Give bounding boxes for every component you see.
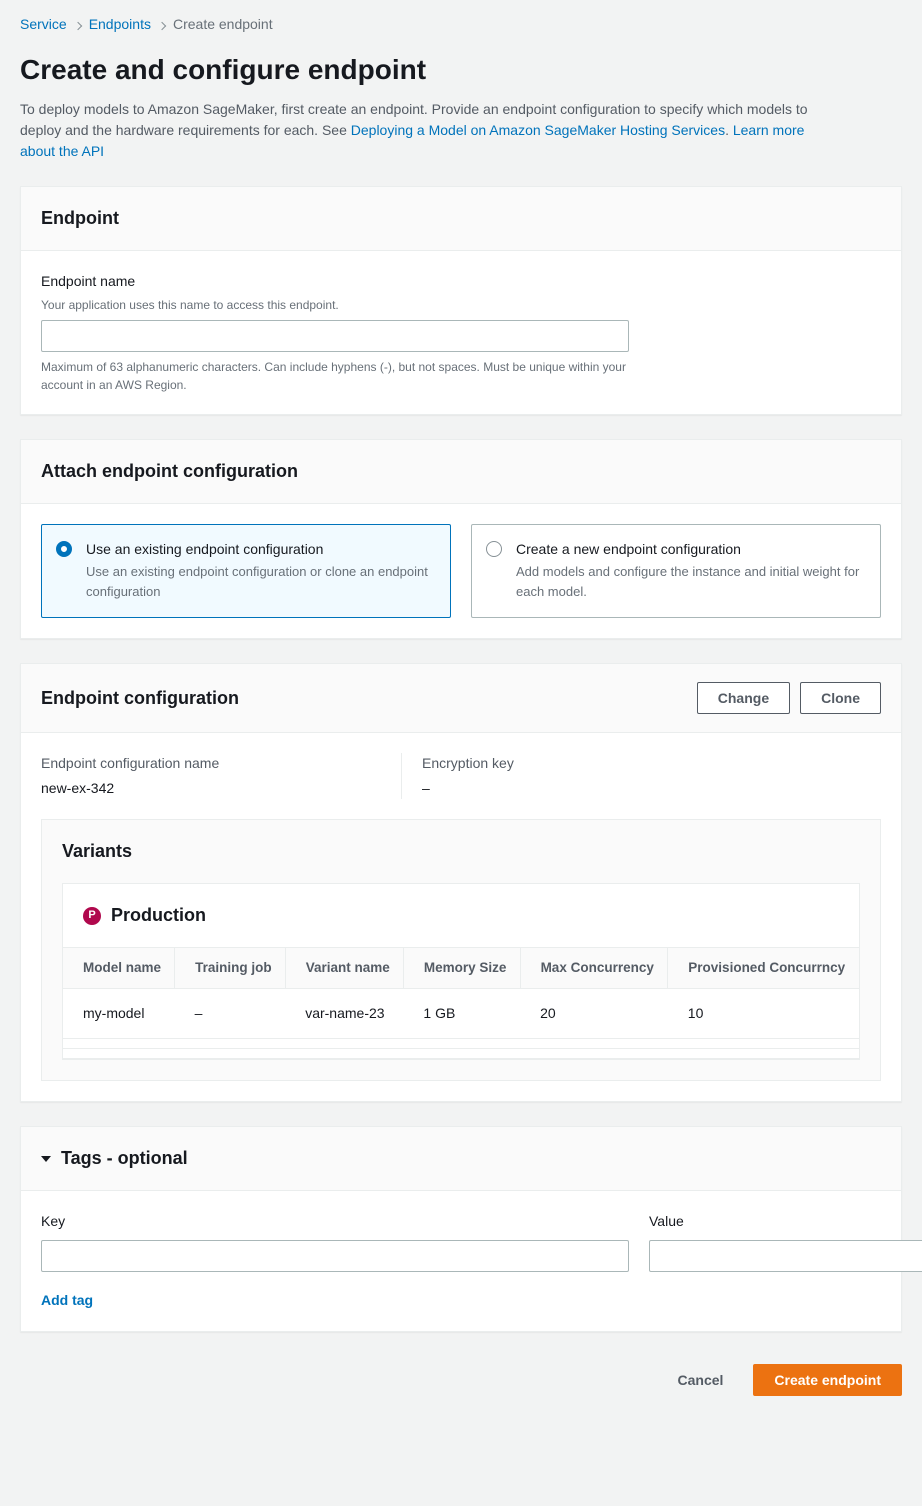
table-row: my-model – var-name-23 1 GB 20 10 — [63, 989, 859, 1039]
endpoint-config-panel: Endpoint configuration Change Clone Endp… — [20, 663, 902, 1102]
col-provisioned-concurrency: Provisioned Concurrncy — [668, 948, 859, 989]
endpoint-name-label: Endpoint name — [41, 271, 881, 292]
breadcrumb-current: Create endpoint — [173, 14, 273, 35]
col-training-job: Training job — [175, 948, 286, 989]
use-existing-config-radio[interactable]: Use an existing endpoint configuration U… — [41, 524, 451, 618]
radio-option-title: Create a new endpoint configuration — [516, 539, 864, 560]
col-memory-size: Memory Size — [403, 948, 520, 989]
col-model-name: Model name — [63, 948, 175, 989]
caret-down-icon — [41, 1156, 51, 1162]
variants-panel: Variants P Production Model name Tra — [41, 819, 881, 1081]
endpoint-name-hint: Your application uses this name to acces… — [41, 296, 881, 314]
variants-title: Variants — [62, 838, 860, 865]
breadcrumb-endpoints[interactable]: Endpoints — [89, 14, 151, 35]
tag-value-input[interactable] — [649, 1240, 922, 1272]
tags-header-toggle[interactable]: Tags - optional — [41, 1145, 188, 1172]
tags-panel: Tags - optional Key Value Remove Add tag — [20, 1126, 902, 1332]
variants-table: Model name Training job Variant name Mem… — [63, 947, 859, 1059]
cell-training-job: – — [175, 989, 286, 1039]
radio-icon — [486, 541, 502, 557]
page-title: Create and configure endpoint — [20, 49, 902, 91]
footer-actions: Cancel Create endpoint — [20, 1356, 902, 1396]
cancel-button[interactable]: Cancel — [658, 1364, 744, 1396]
add-tag-button[interactable]: Add tag — [41, 1290, 881, 1311]
clone-button[interactable]: Clone — [800, 682, 881, 714]
cell-provisioned-concurrency: 10 — [668, 989, 859, 1039]
config-name-label: Endpoint configuration name — [41, 753, 341, 774]
page-description: To deploy models to Amazon SageMaker, fi… — [20, 99, 840, 162]
tag-value-label: Value — [649, 1211, 922, 1232]
col-variant-name: Variant name — [285, 948, 403, 989]
breadcrumb-service[interactable]: Service — [20, 14, 67, 35]
chevron-right-icon — [75, 14, 81, 35]
chevron-right-icon — [159, 14, 165, 35]
create-new-config-radio[interactable]: Create a new endpoint configuration Add … — [471, 524, 881, 618]
config-name-value: new-ex-342 — [41, 778, 341, 799]
radio-option-desc: Use an existing endpoint configuration o… — [86, 562, 434, 601]
encryption-key-label: Encryption key — [422, 753, 701, 774]
cell-max-concurrency: 20 — [520, 989, 668, 1039]
attach-config-panel: Attach endpoint configuration Use an exi… — [20, 439, 902, 639]
production-title: Production — [111, 902, 206, 929]
endpoint-config-title: Endpoint configuration — [41, 685, 239, 712]
cell-model-name: my-model — [63, 989, 175, 1039]
cell-memory-size: 1 GB — [403, 989, 520, 1039]
create-endpoint-button[interactable]: Create endpoint — [753, 1364, 902, 1396]
endpoint-panel-title: Endpoint — [41, 205, 119, 232]
endpoint-name-constraint: Maximum of 63 alphanumeric characters. C… — [41, 358, 631, 394]
tag-key-label: Key — [41, 1211, 629, 1232]
production-variants-box: P Production Model name Training job Var… — [62, 883, 860, 1060]
deploy-model-link[interactable]: Deploying a Model on Amazon SageMaker Ho… — [351, 122, 725, 138]
cell-variant-name: var-name-23 — [285, 989, 403, 1039]
tags-title: Tags - optional — [61, 1145, 188, 1172]
change-button[interactable]: Change — [697, 682, 790, 714]
tag-key-input[interactable] — [41, 1240, 629, 1272]
radio-option-desc: Add models and configure the instance an… — [516, 562, 864, 601]
endpoint-panel: Endpoint Endpoint name Your application … — [20, 186, 902, 415]
radio-option-title: Use an existing endpoint configuration — [86, 539, 434, 560]
production-badge-icon: P — [83, 907, 101, 925]
endpoint-name-input[interactable] — [41, 320, 629, 352]
col-max-concurrency: Max Concurrency — [520, 948, 668, 989]
encryption-key-value: – — [422, 778, 701, 799]
radio-icon — [56, 541, 72, 557]
breadcrumb: Service Endpoints Create endpoint — [20, 14, 902, 35]
attach-config-title: Attach endpoint configuration — [41, 458, 298, 485]
page-desc-sep: . — [725, 122, 733, 138]
